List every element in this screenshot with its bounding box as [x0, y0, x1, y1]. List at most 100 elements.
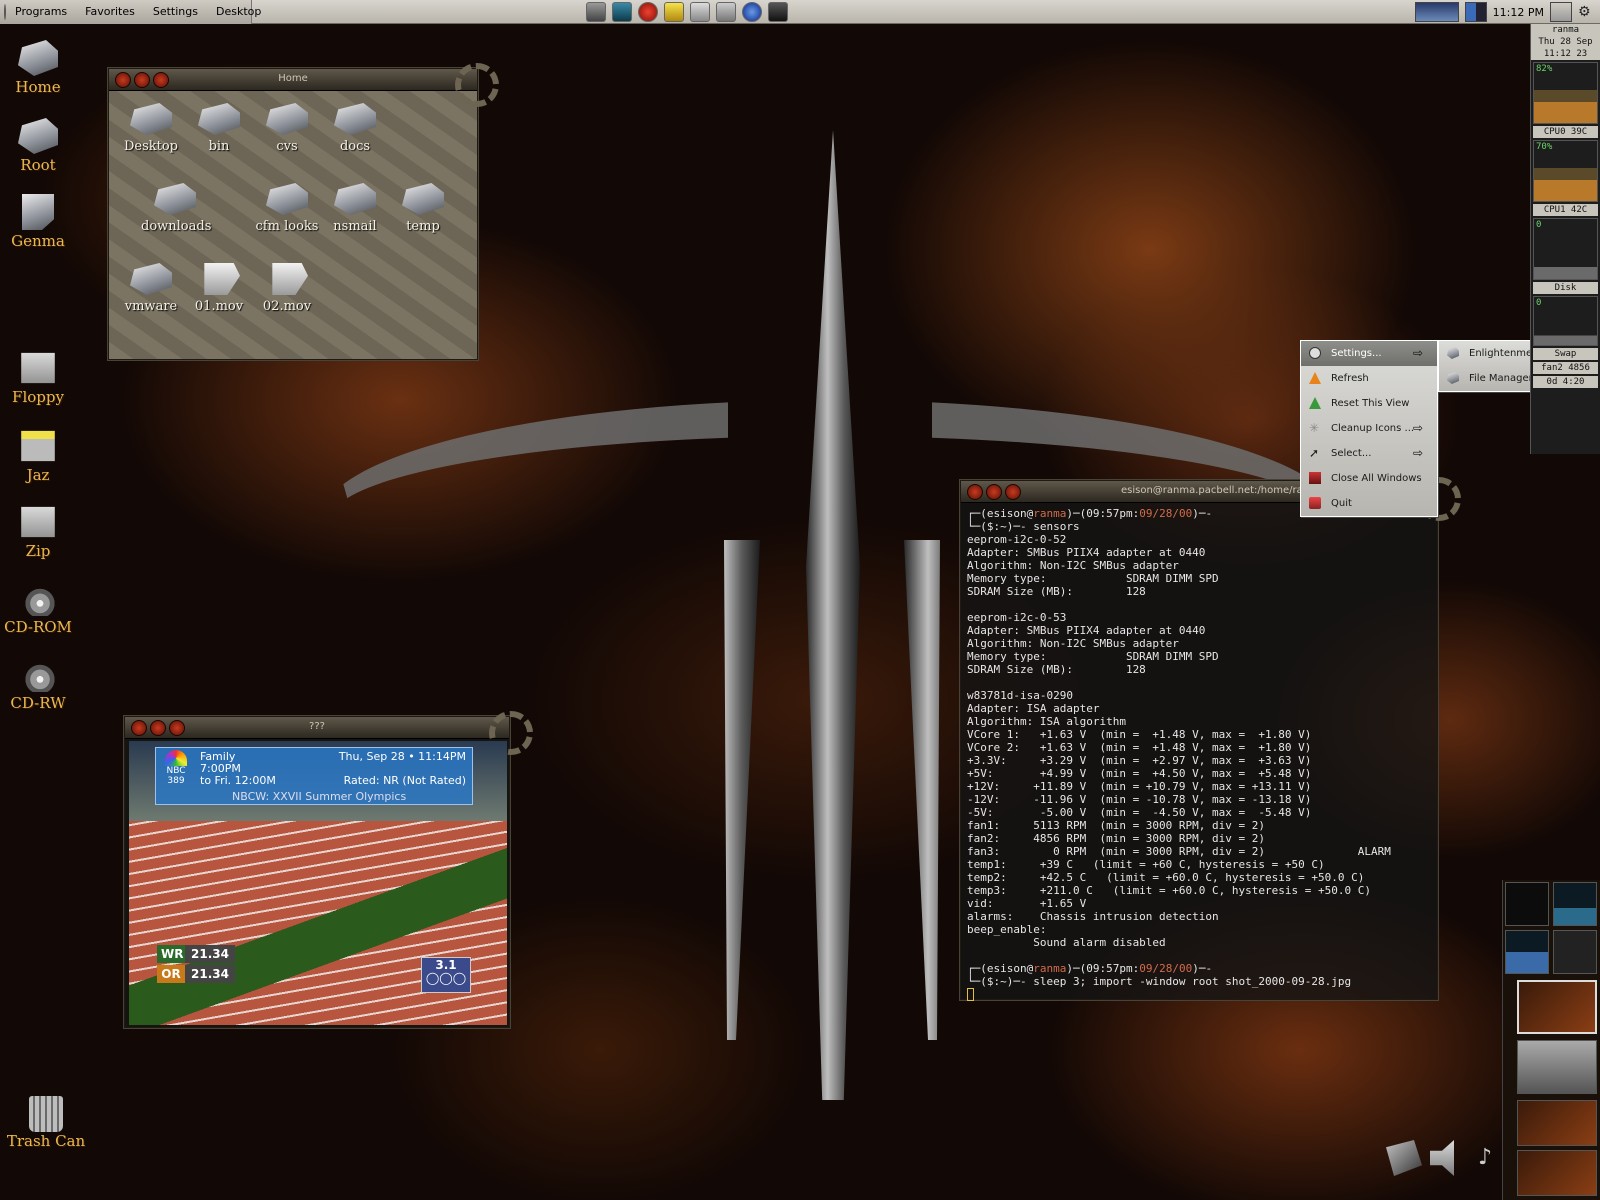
netscape-launcher-icon[interactable]: [612, 2, 632, 22]
terminal-output-line: fan1: 5113 RPM (min = 3000 RPM, div = 2): [967, 819, 1266, 832]
channel-logo: NBC 389: [160, 750, 192, 790]
menu-item-quit[interactable]: Quit: [1301, 491, 1437, 516]
file-icon-docs[interactable]: docs: [321, 103, 389, 154]
quake-logo-center: [806, 130, 860, 1100]
file-icon-temp[interactable]: temp: [389, 183, 457, 234]
gear-icon[interactable]: ⚙: [1578, 5, 1592, 19]
desktop-icon-trash[interactable]: Trash Can: [6, 1096, 86, 1150]
window-title: ???: [309, 721, 325, 732]
menu-item-cleanup-icons[interactable]: ✳ Cleanup Icons ... ⇨: [1301, 416, 1437, 441]
cpu1-label: CPU1 42C: [1533, 204, 1598, 216]
menu-item-close-all-windows[interactable]: Close All Windows: [1301, 466, 1437, 491]
close-button[interactable]: [967, 484, 983, 500]
terminal-output-line: vid: +1.65 V: [967, 897, 1087, 910]
file-icon-vmware[interactable]: vmware: [117, 263, 185, 314]
speaker-launcher-icon[interactable]: [716, 2, 736, 22]
speaker-icon[interactable]: [1430, 1140, 1454, 1176]
file-icon-cvs[interactable]: cvs: [253, 103, 321, 154]
monitor-icon[interactable]: [1386, 1140, 1422, 1176]
desktop-icon-jaz[interactable]: Jaz: [2, 428, 74, 484]
folder-icon: [334, 103, 376, 135]
maximize-button[interactable]: [1005, 484, 1021, 500]
question-icon: [1309, 347, 1321, 359]
video-window[interactable]: ??? NBC 389 Family 7:00PM to Fri. 12:00M…: [124, 711, 533, 1028]
text-cursor: [967, 988, 974, 1001]
star-launcher-icon[interactable]: [638, 2, 658, 22]
terminal-output-line: eeprom-i2c-0-53: [967, 611, 1067, 624]
menu-item-select[interactable]: ➚ Select... ⇨: [1301, 441, 1437, 466]
terminal-output-line: +12V: +11.89 V (min = +10.79 V, max = +1…: [967, 780, 1312, 793]
pager-desk-8[interactable]: [1517, 1150, 1597, 1196]
pager-desk-7[interactable]: [1517, 1100, 1597, 1146]
menu-item-settings[interactable]: Settings... ⇨: [1301, 341, 1437, 366]
folder-icon: [402, 183, 444, 215]
folder-icon: [130, 103, 172, 135]
desktop-icon-floppy[interactable]: Floppy: [2, 350, 74, 406]
desktop-icon-home[interactable]: Home: [2, 40, 74, 96]
terminal-output[interactable]: ┌─(esison@ranma)─(09:57pm:09/28/00)─- └─…: [961, 503, 1437, 1006]
desktop-icon-cdrw[interactable]: CD-RW: [2, 656, 74, 712]
pager-desk-4[interactable]: [1553, 930, 1597, 974]
menu-favorites[interactable]: Favorites: [76, 0, 144, 24]
cdrom-icon: [18, 580, 58, 616]
menu-item-refresh[interactable]: Refresh: [1301, 366, 1437, 391]
menu-desktop[interactable]: Desktop: [207, 0, 270, 24]
cdrw-icon: [18, 656, 58, 692]
score-or: OR 21.34: [157, 965, 235, 983]
terminal-output-line: fan3: 0 RPM (min = 3000 RPM, div = 2) AL…: [967, 845, 1391, 858]
desktop-pager[interactable]: [1502, 880, 1600, 1200]
menu-settings[interactable]: Settings: [144, 0, 207, 24]
file-icon-02-mov[interactable]: 02.mov: [253, 263, 321, 314]
desktop-icon-genma[interactable]: Genma: [2, 194, 74, 250]
file-icon-bin[interactable]: bin: [185, 103, 253, 154]
terminal-output-line: VCore 1: +1.63 V (min = +1.48 V, max = +…: [967, 728, 1312, 741]
video-window-titlebar[interactable]: ???: [125, 717, 509, 739]
desktop-icon-cdrom[interactable]: CD-ROM: [2, 580, 74, 636]
terminal-output-line: +5V: +4.99 V (min = +4.50 V, max = +5.48…: [967, 767, 1312, 780]
desktop-icon-zip[interactable]: Zip: [2, 504, 74, 560]
quake-logo-left: [724, 540, 760, 1040]
monitor-launcher-icon[interactable]: [768, 2, 788, 22]
file-icon-nsmail[interactable]: nsmail: [321, 183, 389, 234]
file-icon-cfm-looks[interactable]: cfm looks: [253, 183, 321, 234]
terminal-window[interactable]: esison@ranma.pacbell.net:/home/ranma/esi…: [960, 477, 1461, 1001]
menu-item-reset-view[interactable]: Reset This View: [1301, 391, 1437, 416]
folder-icon: [198, 103, 240, 135]
mail-launcher-icon[interactable]: [690, 2, 710, 22]
file-icon-01-mov[interactable]: 01.mov: [185, 263, 253, 314]
load-graph-icon[interactable]: [1414, 2, 1459, 22]
terminal-launcher-icon[interactable]: [586, 2, 606, 22]
desktop-icon-root[interactable]: Root: [2, 118, 74, 174]
globe-launcher-icon[interactable]: [742, 2, 762, 22]
home-window-titlebar[interactable]: Home: [109, 69, 477, 91]
pager-applet-icon[interactable]: [1464, 2, 1487, 22]
tv-video-frame[interactable]: NBC 389 Family 7:00PM to Fri. 12:00M Thu…: [129, 741, 507, 1025]
clock[interactable]: 11:12 PM: [1493, 6, 1544, 19]
command-line: └─($:~)─- sleep 3; import -window root s…: [967, 975, 1352, 988]
desktop[interactable]: Programs Favorites Settings Desktop 11:1…: [0, 0, 1600, 1200]
folder-icon: [130, 263, 172, 295]
system-tray: 11:12 PM ⚙: [1414, 0, 1600, 24]
pager-desk-6[interactable]: [1517, 1040, 1597, 1094]
file-icon-downloads[interactable]: downloads: [141, 183, 211, 234]
terminal-output-line: alarms: Chassis intrusion detection: [967, 910, 1219, 923]
music-note-icon[interactable]: ♪: [1478, 1140, 1494, 1176]
folder-icon: [154, 183, 196, 215]
minimize-button[interactable]: [986, 484, 1002, 500]
menu-programs[interactable]: Programs: [6, 0, 76, 24]
terminal-output-line: w83781d-isa-0290: [967, 689, 1073, 702]
pager-desk-1[interactable]: [1505, 882, 1549, 926]
pager-desk-current[interactable]: [1517, 980, 1597, 1034]
terminal-output-line: -5V: -5.00 V (min = -4.50 V, max = -5.48…: [967, 806, 1312, 819]
pager-desk-3[interactable]: [1505, 930, 1549, 974]
tray-extra-icon[interactable]: [1550, 2, 1572, 22]
terminal-output-line: Algorithm: Non-I2C SMBus adapter: [967, 637, 1179, 650]
pager-desk-2[interactable]: [1553, 882, 1597, 926]
fan-label: fan2 4856: [1533, 362, 1598, 374]
home-window[interactable]: Home Desktop bin cvs docs downloads cfm …: [108, 63, 499, 360]
nbc-peacock-icon: [165, 750, 187, 766]
pointer-icon: ➚: [1309, 446, 1320, 460]
file-icon-desktop[interactable]: Desktop: [117, 103, 185, 154]
person-launcher-icon[interactable]: [664, 2, 684, 22]
system-monitor-dock[interactable]: ranma Thu 28 Sep 11:12 23 82% CPU0 39C 7…: [1530, 24, 1600, 454]
